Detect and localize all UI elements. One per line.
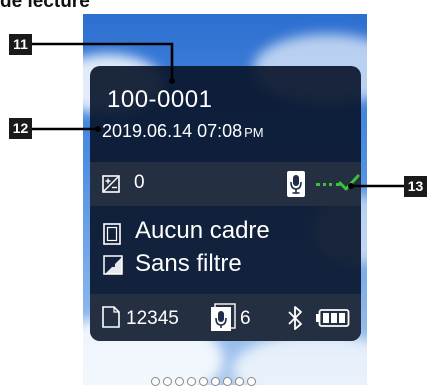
voice-memo-dotted-line <box>316 183 340 186</box>
file-number: 100-0001 <box>107 86 213 113</box>
file-info-row: 100-0001 2019.06.14 07:08 PM <box>90 66 361 162</box>
image-count: 12345 <box>126 308 179 329</box>
voice-memo-count: 6 <box>240 308 251 329</box>
voice-memo-stack-icon <box>211 303 236 331</box>
exposure-row: 0 <box>90 162 361 206</box>
callout-13: 13 <box>404 176 427 197</box>
filter-icon <box>103 255 123 275</box>
frame-filter-row: Aucun cadre Sans filtre <box>90 208 361 292</box>
exposure-value: 0 <box>134 172 145 193</box>
filter-label: Sans filtre <box>135 250 242 277</box>
battery-icon <box>316 309 350 327</box>
date-time-text: 2019.06.14 07:08 <box>102 121 243 141</box>
info-panel: 100-0001 2019.06.14 07:08 PM 0 Aucun cad… <box>90 66 361 341</box>
check-icon <box>338 174 360 191</box>
bluetooth-icon <box>288 306 302 330</box>
callout-11: 11 <box>9 34 32 55</box>
status-bar: 12345 6 <box>90 294 361 341</box>
frame-icon <box>103 223 121 245</box>
ampm-text: PM <box>244 125 264 140</box>
voice-memo-icon <box>287 171 305 197</box>
section-heading: de lecture <box>0 0 90 12</box>
document-icon <box>102 306 120 328</box>
callout-12: 12 <box>9 118 32 139</box>
frame-label: Aucun cadre <box>135 217 270 244</box>
shooting-datetime: 2019.06.14 07:08 PM <box>102 121 264 142</box>
exposure-compensation-icon <box>102 175 120 193</box>
